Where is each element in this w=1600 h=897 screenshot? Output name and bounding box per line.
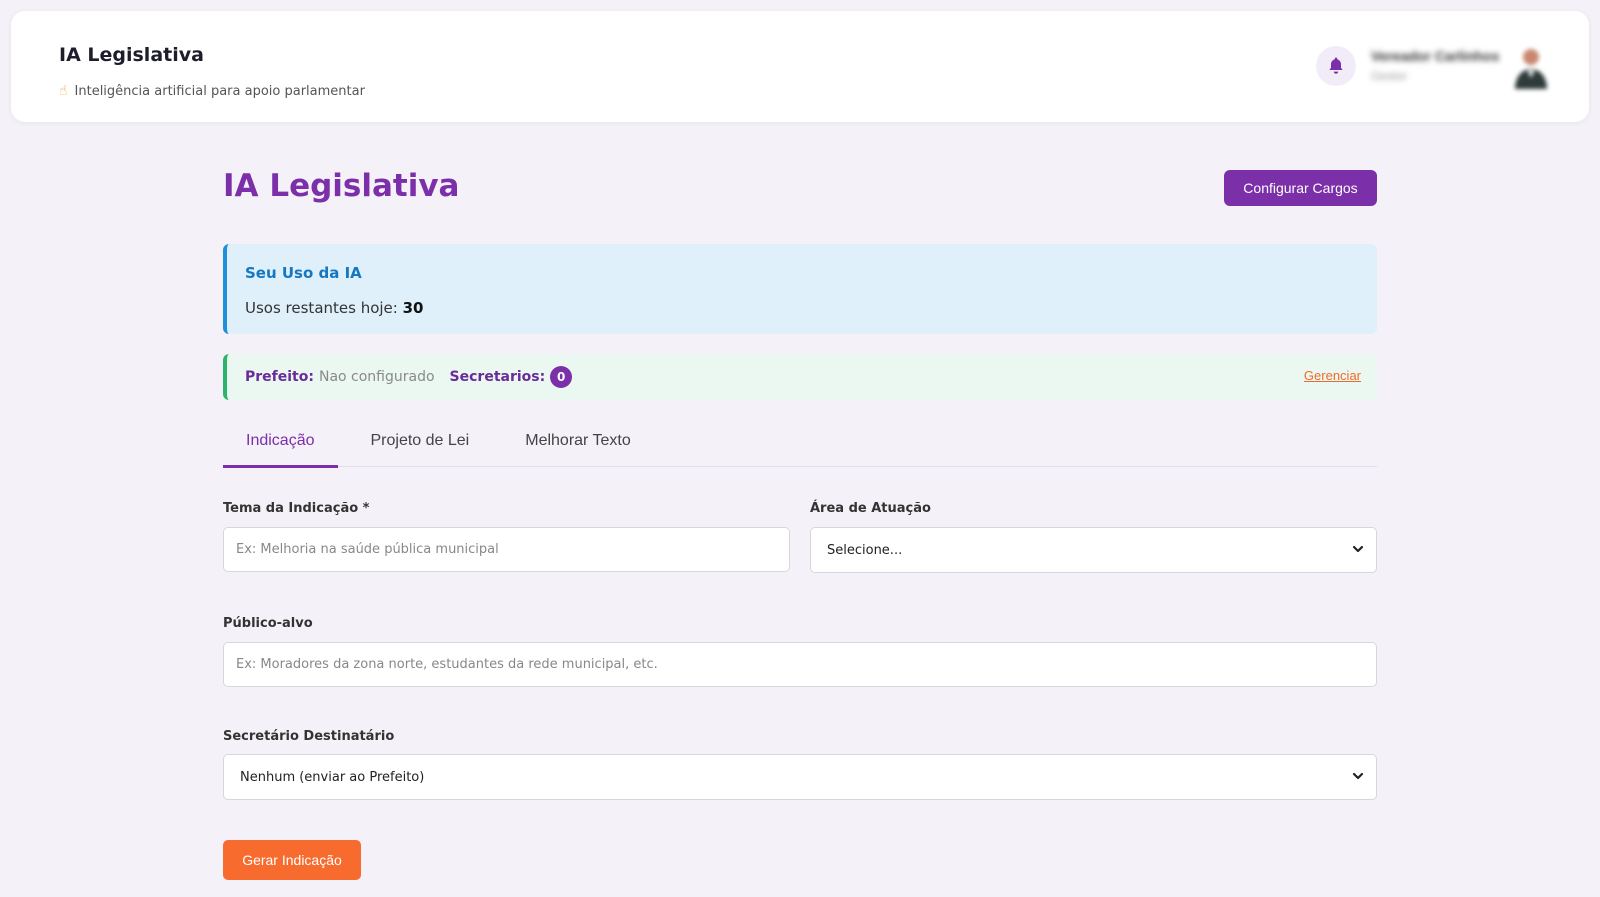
usage-panel: Seu Uso da IA Usos restantes hoje: 30 <box>223 244 1377 334</box>
recipient-secretary-label: Secretário Destinatário <box>223 729 395 744</box>
secretaries-count-badge: 0 <box>550 366 573 388</box>
audience-label: Público-alvo <box>223 616 313 631</box>
audience-input[interactable] <box>223 642 1377 687</box>
chevron-down-icon <box>1352 545 1364 553</box>
theme-label: Tema da Indicação * <box>223 501 370 516</box>
chevron-down-icon <box>1352 772 1364 780</box>
tab-projeto-de-lei[interactable]: Projeto de Lei <box>348 420 493 465</box>
mayor-value: Nao configurado <box>318 369 435 385</box>
avatar[interactable] <box>1511 45 1551 89</box>
mayor-label: Prefeito: <box>245 369 314 385</box>
configure-roles-button[interactable]: Configurar Cargos <box>1224 170 1377 206</box>
user-name[interactable]: Vereador Carlinhos <box>1371 48 1499 64</box>
area-select[interactable]: Selecione... <box>810 527 1377 573</box>
generate-indication-button[interactable]: Gerar Indicação <box>223 840 361 880</box>
recipient-secretary-select[interactable]: Nenhum (enviar ao Prefeito) <box>223 754 1377 800</box>
app-title: IA Legislativa <box>59 44 204 66</box>
tab-melhorar-texto[interactable]: Melhorar Texto <box>502 420 654 465</box>
area-label: Área de Atuação <box>810 501 931 516</box>
app-subtitle: ☝ Inteligência artificial para apoio par… <box>59 83 365 99</box>
hand-icon: ☝ <box>59 83 68 99</box>
tab-bar: Indicação Projeto de Lei Melhorar Texto <box>223 420 1377 468</box>
tab-indicacao[interactable]: Indicação <box>223 420 338 468</box>
usage-remaining: Usos restantes hoje: 30 <box>245 299 424 317</box>
bell-icon <box>1329 57 1343 74</box>
top-header: IA Legislativa ☝ Inteligência artificial… <box>11 11 1589 122</box>
usage-remaining-label: Usos restantes hoje: <box>245 299 398 317</box>
roles-panel: Prefeito: Nao configurado Secretarios: 0… <box>223 354 1377 400</box>
notifications-button[interactable] <box>1316 46 1356 86</box>
roles-summary: Prefeito: Nao configurado Secretarios: 0 <box>245 354 573 400</box>
manage-link[interactable]: Gerenciar <box>1304 368 1361 383</box>
usage-title: Seu Uso da IA <box>245 264 362 282</box>
user-role: Gestor <box>1371 69 1408 83</box>
page-title: IA Legislativa <box>223 168 460 204</box>
recipient-secretary-value: Nenhum (enviar ao Prefeito) <box>240 769 425 785</box>
app-subtitle-text: Inteligência artificial para apoio parla… <box>74 83 365 99</box>
usage-remaining-value: 30 <box>402 299 424 317</box>
area-select-value: Selecione... <box>827 542 903 558</box>
theme-input[interactable] <box>223 527 790 572</box>
secretaries-label: Secretarios: <box>449 369 546 385</box>
